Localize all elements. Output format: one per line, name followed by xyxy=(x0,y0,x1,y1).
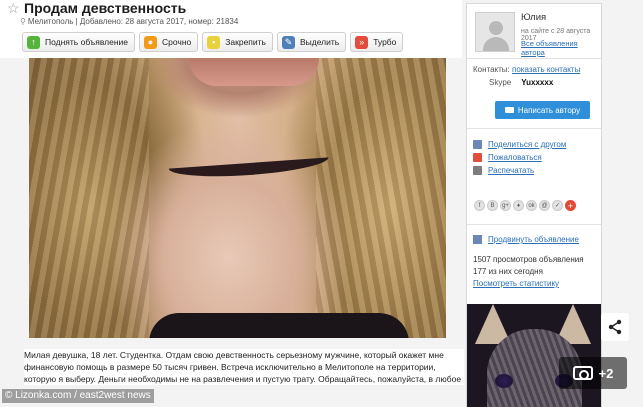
photo-choker xyxy=(168,157,330,181)
promote-row[interactable]: Продвинуть объявление xyxy=(473,235,579,244)
highlight-button[interactable]: ✎ Выделить xyxy=(276,32,347,52)
share-icon xyxy=(473,140,482,149)
social-share-icons: f B g+ ♦ ok @ ✓ + xyxy=(474,200,576,211)
listing-meta: ⚲ Мелитополь | Добавлено: 28 августа 2017… xyxy=(20,17,238,27)
share-link[interactable]: Поделиться с другом xyxy=(488,138,566,151)
mail-icon[interactable]: @ xyxy=(539,200,550,211)
location-pin-icon: ⚲ xyxy=(20,17,26,26)
favorite-star-icon[interactable]: ☆ xyxy=(7,1,20,15)
divider xyxy=(467,224,601,225)
stats-link[interactable]: Посмотреть статистику xyxy=(473,278,584,290)
action-links: Поделиться с другом Пожаловаться Распеча… xyxy=(473,138,566,177)
odnoklassniki-icon[interactable]: ok xyxy=(526,200,537,211)
promo-button-row: ↑ Поднять объявление ● Срочно ▪ Закрепить ✎… xyxy=(22,32,404,52)
seller-name: Юлия xyxy=(521,12,547,23)
photo-hair-right xyxy=(316,58,446,338)
urgent-button[interactable]: ● Срочно xyxy=(139,32,199,52)
pin-label: Закрепить xyxy=(225,37,266,47)
raise-ad-label: Поднять объявление xyxy=(45,37,128,47)
all-ads-link[interactable]: Все объявления автора xyxy=(521,39,601,57)
pin-icon: ▪ xyxy=(207,35,221,49)
photo-hair-left xyxy=(29,58,149,338)
twitter-icon[interactable]: ♦ xyxy=(513,200,524,211)
urgent-label: Срочно xyxy=(162,37,192,47)
vk-icon[interactable]: B xyxy=(487,200,498,211)
share-icon xyxy=(608,319,622,335)
turbo-button[interactable]: » Турбо xyxy=(350,32,404,52)
listing-title: Продам девственность xyxy=(24,0,187,16)
view-stats: 1507 просмотров объявления 177 из них се… xyxy=(473,254,584,290)
highlight-icon: ✎ xyxy=(281,35,295,49)
report-link[interactable]: Пожаловаться xyxy=(488,151,542,164)
more-share-icon[interactable]: + xyxy=(565,200,576,211)
views-count: 1507 просмотров объявления xyxy=(473,255,584,264)
avatar xyxy=(475,12,515,52)
photo-count-button[interactable]: +2 xyxy=(559,357,627,389)
report-link-row[interactable]: Пожаловаться xyxy=(473,151,566,164)
skype-label: Skype xyxy=(489,78,512,87)
listing-header: ☆ Продам девственность ⚲ Мелитополь | Доб… xyxy=(0,0,462,58)
pin-button[interactable]: ▪ Закрепить xyxy=(202,32,273,52)
show-contacts-link[interactable]: показать контакты xyxy=(512,65,580,74)
turbo-label: Турбо xyxy=(373,37,397,47)
thumbnail-image[interactable] xyxy=(467,304,601,407)
print-link[interactable]: Распечатать xyxy=(488,164,534,177)
photo-credit: © Lizonka.com / east2west news xyxy=(2,389,154,403)
page: ☆ Продам девственность ⚲ Мелитополь | Доб… xyxy=(0,0,643,407)
listing-meta-text: Мелитополь | Добавлено: 28 августа 2017,… xyxy=(27,17,239,26)
google-plus-icon[interactable]: g+ xyxy=(500,200,511,211)
highlight-label: Выделить xyxy=(299,37,340,47)
skype-row: Skype Yuxxxxx xyxy=(489,78,553,87)
envelope-icon xyxy=(504,107,514,113)
photo-lips xyxy=(189,58,319,86)
facebook-icon[interactable]: f xyxy=(474,200,485,211)
photo-count: +2 xyxy=(598,365,614,381)
contacts-label: Контакты: xyxy=(473,65,510,74)
divider xyxy=(467,128,601,129)
listing-description: Милая девушка, 18 лет. Студентка. Отдам … xyxy=(24,349,464,385)
promote-link[interactable]: Продвинуть объявление xyxy=(488,235,579,244)
skype-value: Yuxxxxx xyxy=(521,78,554,87)
print-link-row[interactable]: Распечатать xyxy=(473,164,566,177)
flag-icon xyxy=(473,153,482,162)
views-today: 177 из них сегодня xyxy=(473,267,543,276)
share-button[interactable] xyxy=(601,313,629,341)
turbo-icon: » xyxy=(355,35,369,49)
avatar-head xyxy=(489,21,503,35)
fire-icon: ● xyxy=(144,35,157,49)
promote-icon xyxy=(473,235,482,244)
avatar-body xyxy=(483,37,509,51)
thumb-eye-left xyxy=(495,374,513,388)
seller-sidebar: Юлия на сайте с 28 августа 2017 Все объя… xyxy=(466,3,602,407)
livejournal-icon[interactable]: ✓ xyxy=(552,200,563,211)
listing-photo[interactable] xyxy=(29,58,446,338)
arrow-up-icon: ↑ xyxy=(27,35,40,49)
raise-ad-button[interactable]: ↑ Поднять объявление xyxy=(22,32,135,52)
share-link-row[interactable]: Поделиться с другом xyxy=(473,138,566,151)
camera-icon xyxy=(572,366,593,380)
contacts-row: Контакты: показать контакты xyxy=(473,65,580,74)
write-author-button[interactable]: Написать автору xyxy=(495,101,590,119)
divider xyxy=(467,58,601,59)
printer-icon xyxy=(473,166,482,175)
write-author-label: Написать автору xyxy=(517,105,581,115)
photo-garment xyxy=(149,313,409,338)
